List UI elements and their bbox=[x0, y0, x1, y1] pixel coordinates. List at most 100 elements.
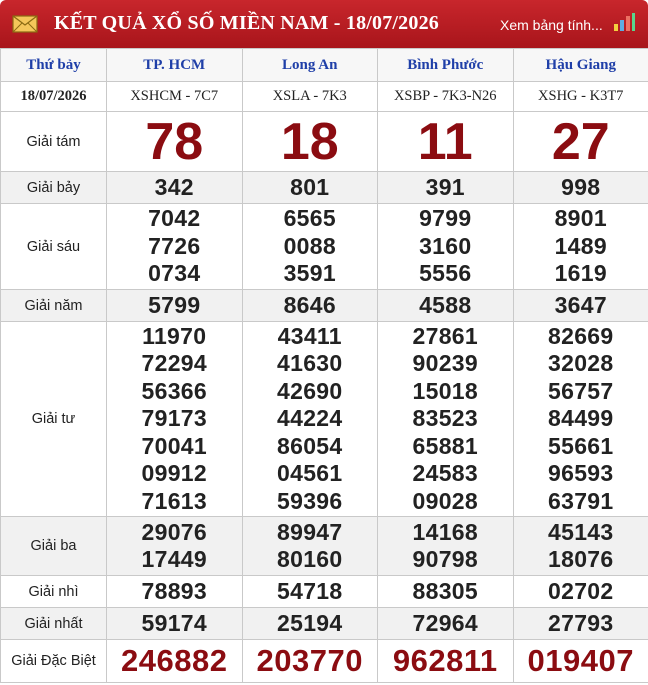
prize-label: Giải bảy bbox=[0, 171, 107, 204]
prize-row: Giải ba 29076 17449 89947 80160 14168 90798 451… bbox=[0, 516, 648, 576]
bar-chart-icon[interactable] bbox=[612, 12, 636, 32]
prize-number: 41630 bbox=[277, 350, 343, 377]
prize-number: 24583 bbox=[412, 460, 478, 487]
prize-label: Giải năm bbox=[0, 289, 107, 322]
prize-number: 6565 bbox=[283, 205, 336, 232]
prize-number: 65881 bbox=[412, 432, 478, 459]
ticket-code: XSHG - K3T7 bbox=[512, 81, 648, 112]
prize-cell: 78 bbox=[106, 111, 243, 172]
prize-cell: 27 bbox=[512, 111, 648, 172]
prize-number: 27861 bbox=[412, 322, 478, 349]
prize-number: 88305 bbox=[412, 577, 478, 604]
prize-label: Giải sáu bbox=[0, 203, 107, 290]
prize-row: Giải bảy 342 801 391 998 bbox=[0, 171, 648, 204]
view-spreadsheet-link[interactable]: Xem bảng tính... bbox=[500, 17, 603, 33]
prize-row: Giải Đặc Biệt 246882 203770 962811 019407 bbox=[0, 639, 648, 683]
prize-number: 4588 bbox=[419, 291, 472, 318]
prize-number: 3591 bbox=[283, 260, 336, 287]
prize-number: 342 bbox=[154, 173, 194, 200]
prize-number: 89947 bbox=[277, 518, 343, 545]
prize-number: 1489 bbox=[554, 232, 607, 259]
prize-number: 71613 bbox=[141, 487, 207, 514]
prize-cell: 27861 90239 15018 83523 65881 24583 09028 bbox=[377, 321, 514, 517]
prize-number: 25194 bbox=[277, 609, 343, 636]
prize-number: 7726 bbox=[148, 232, 201, 259]
prize-cell: 11970 72294 56366 79173 70041 09912 71613 bbox=[106, 321, 243, 517]
prize-cell: 11 bbox=[377, 111, 514, 172]
prize-cell: 8646 bbox=[241, 289, 378, 322]
prize-number: 63791 bbox=[548, 487, 614, 514]
prize-number: 42690 bbox=[277, 377, 343, 404]
prize-number: 90798 bbox=[412, 546, 478, 572]
prize-number: 43411 bbox=[277, 322, 342, 349]
prize-cell: 3647 bbox=[512, 289, 648, 322]
prize-number: 15018 bbox=[412, 377, 478, 404]
province-name[interactable]: Long An bbox=[241, 48, 378, 82]
page-title: KẾT QUẢ XỔ SỐ MIỀN NAM - 18/07/2026 bbox=[54, 12, 439, 34]
prize-cell: 27793 bbox=[512, 607, 648, 640]
prize-number: 56757 bbox=[548, 377, 614, 404]
prize-cell: 246882 bbox=[106, 639, 243, 683]
day-label: Thứ bảy bbox=[0, 48, 107, 82]
prize-number: 59174 bbox=[141, 609, 207, 636]
prize-row: Giải năm 5799 8646 4588 3647 bbox=[0, 289, 648, 322]
special-prize-number: 962811 bbox=[392, 643, 498, 678]
province-name[interactable]: Hậu Giang bbox=[512, 48, 648, 82]
prize-number: 391 bbox=[425, 173, 465, 200]
prize-cell: 25194 bbox=[241, 607, 378, 640]
prize-number: 17449 bbox=[141, 546, 207, 572]
prize-number: 09028 bbox=[412, 487, 478, 514]
ticket-code: XSHCM - 7C7 bbox=[106, 81, 243, 112]
eighth-prize-number: 78 bbox=[145, 112, 204, 171]
prize-cell: 998 bbox=[512, 171, 648, 204]
special-prize-number: 019407 bbox=[527, 643, 634, 678]
prize-number: 54718 bbox=[277, 577, 343, 604]
prize-cell: 43411 41630 42690 44224 86054 04561 59396 bbox=[241, 321, 378, 517]
prize-number: 14168 bbox=[412, 518, 478, 545]
province-name[interactable]: Bình Phước bbox=[377, 48, 514, 82]
prize-number: 45143 bbox=[548, 518, 614, 545]
prize-cell: 29076 17449 bbox=[106, 516, 243, 576]
prize-number: 70041 bbox=[141, 432, 207, 459]
prize-number: 29076 bbox=[141, 518, 207, 545]
prize-number: 801 bbox=[290, 173, 330, 200]
prize-cell: 72964 bbox=[377, 607, 514, 640]
prize-number: 72964 bbox=[412, 609, 478, 636]
prize-cell: 962811 bbox=[377, 639, 514, 683]
prize-label: Giải tư bbox=[0, 321, 107, 517]
prize-cell: 9799 3160 5556 bbox=[377, 203, 514, 290]
draw-date: 18/07/2026 bbox=[0, 81, 107, 112]
prize-number: 83523 bbox=[412, 405, 478, 432]
prize-cell: 82669 32028 56757 84499 55661 96593 63791 bbox=[512, 321, 648, 517]
eighth-prize-number: 11 bbox=[417, 112, 473, 171]
prize-label: Giải tám bbox=[0, 111, 107, 172]
eighth-prize-number: 27 bbox=[551, 112, 610, 171]
prize-cell: 02702 bbox=[512, 575, 648, 608]
prize-label: Giải nhì bbox=[0, 575, 107, 608]
prize-number: 8646 bbox=[283, 291, 336, 318]
prize-number: 27793 bbox=[548, 609, 614, 636]
prize-row: Giải sáu 7042 7726 0734 6565 0088 3591 9799 3160… bbox=[0, 203, 648, 290]
prize-row: Giải nhì 78893 54718 88305 02702 bbox=[0, 575, 648, 608]
mail-icon bbox=[12, 15, 38, 33]
province-name[interactable]: TP. HCM bbox=[106, 48, 243, 82]
prize-number: 3160 bbox=[419, 232, 472, 259]
prize-cell: 14168 90798 bbox=[377, 516, 514, 576]
prize-cell: 6565 0088 3591 bbox=[241, 203, 378, 290]
prize-cell: 18 bbox=[241, 111, 378, 172]
ticket-code: XSBP - 7K3-N26 bbox=[377, 81, 514, 112]
prize-number: 02702 bbox=[548, 577, 614, 604]
prize-number: 1619 bbox=[554, 260, 607, 287]
prize-label: Giải Đặc Biệt bbox=[0, 639, 107, 683]
prize-cell: 59174 bbox=[106, 607, 243, 640]
prize-number: 8901 bbox=[554, 205, 607, 232]
prize-number: 56366 bbox=[141, 377, 207, 404]
prize-number: 18076 bbox=[548, 546, 614, 572]
prize-cell: 88305 bbox=[377, 575, 514, 608]
prize-rows: Giải tám 78 18 11 27 Giải bảy 342 801 391 998 Giải… bbox=[0, 111, 648, 683]
prize-number: 86054 bbox=[277, 432, 343, 459]
prize-label: Giải ba bbox=[0, 516, 107, 576]
prize-number: 79173 bbox=[141, 405, 207, 432]
prize-cell: 89947 80160 bbox=[241, 516, 378, 576]
prize-number: 80160 bbox=[277, 546, 343, 572]
